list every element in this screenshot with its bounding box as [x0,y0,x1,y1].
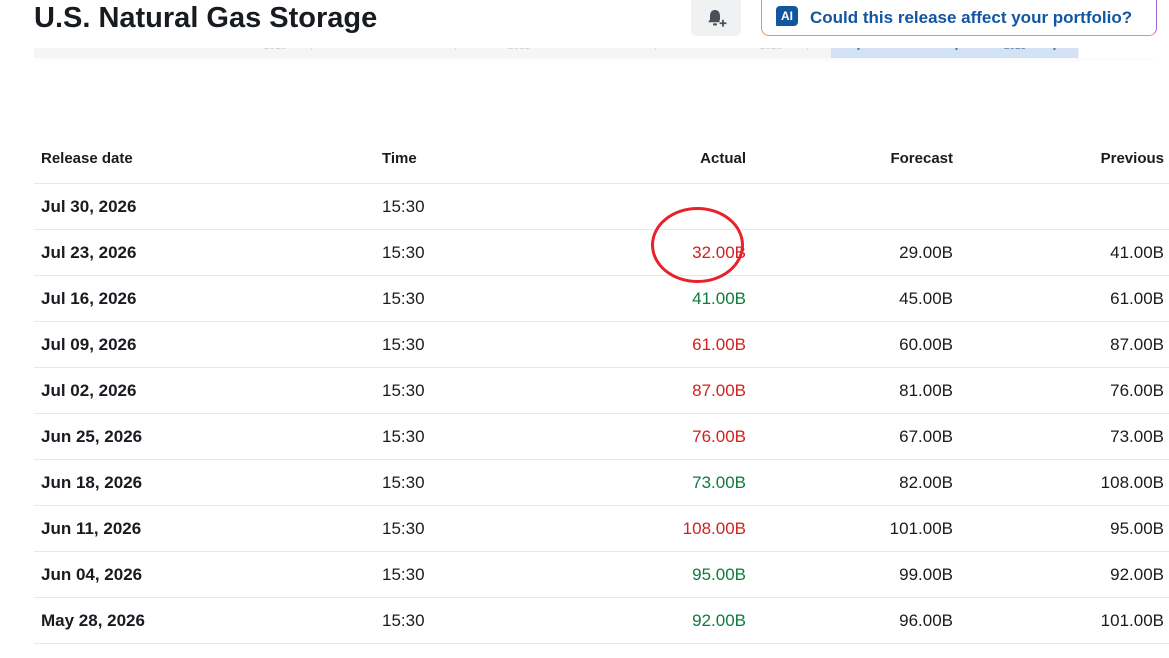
cell-previous: 87.00B [960,321,1169,368]
cell-release-date: Jun 18, 2026 [34,459,375,506]
cell-time: 15:30 [375,183,549,230]
cell-time: 15:30 [375,367,549,414]
table-row[interactable]: Jun 04, 2026 15:30 95.00B 99.00B 92.00B [34,551,1169,598]
cell-previous: 101.00B [960,597,1169,644]
table-row[interactable]: Jul 02, 2026 15:30 87.00B 81.00B 76.00B [34,367,1169,414]
cell-actual: 76.00B [549,413,753,460]
cell-previous: 108.00B [960,459,1169,506]
cell-actual: 73.00B [549,459,753,506]
cell-time: 15:30 [375,413,549,460]
table-row[interactable]: Jul 09, 2026 15:30 61.00B 60.00B 87.00B [34,321,1169,368]
column-header-forecast[interactable]: Forecast [753,134,960,184]
cell-actual: 41.00B [549,275,753,322]
cell-release-date: May 28, 2026 [34,597,375,644]
cell-time: 15:30 [375,321,549,368]
cell-previous: 76.00B [960,367,1169,414]
cell-actual: 32.00B [549,229,753,276]
ai-portfolio-button[interactable]: AI Could this release affect your portfo… [761,0,1157,36]
table-row[interactable]: Jul 23, 2026 15:30 32.00B 29.00B 41.00B [34,229,1169,276]
cell-actual [549,183,753,230]
table-row[interactable]: Jul 30, 2026 15:30 [34,183,1169,230]
cell-forecast: 101.00B [753,505,960,552]
table-row[interactable]: Jun 18, 2026 15:30 73.00B 82.00B 108.00B [34,459,1169,506]
cell-previous: 95.00B [960,505,1169,552]
table-header-row: Release date Time Actual Forecast Previo… [34,134,1169,184]
cell-forecast: 99.00B [753,551,960,598]
cell-actual: 95.00B [549,551,753,598]
table-row[interactable]: Jul 16, 2026 15:30 41.00B 45.00B 61.00B [34,275,1169,322]
cell-forecast: 96.00B [753,597,960,644]
cell-previous: 61.00B [960,275,1169,322]
cell-forecast: 60.00B [753,321,960,368]
cell-previous: 92.00B [960,551,1169,598]
cell-release-date: Jun 04, 2026 [34,551,375,598]
table-body: Jul 30, 2026 15:30 Jul 23, 2026 15:30 32.00B… [34,183,1169,644]
page-header: U.S. Natural Gas Storage AI Could this r… [0,0,1169,48]
create-alert-button[interactable] [691,0,741,36]
cell-release-date: Jul 09, 2026 [34,321,375,368]
cell-time: 15:30 [375,505,549,552]
ai-portfolio-label: Could this release affect your portfolio… [810,7,1133,27]
table-row[interactable]: May 28, 2026 15:30 92.00B 96.00B 101.00B [34,597,1169,644]
cell-previous: 73.00B [960,413,1169,460]
cell-forecast: 67.00B [753,413,960,460]
cell-time: 15:30 [375,597,549,644]
cell-time: 15:30 [375,551,549,598]
cell-release-date: Jul 02, 2026 [34,367,375,414]
cell-previous [960,183,1169,230]
table-row[interactable]: Jun 11, 2026 15:30 108.00B 101.00B 95.00B [34,505,1169,552]
cell-release-date: Jul 23, 2026 [34,229,375,276]
column-header-previous[interactable]: Previous [960,134,1169,184]
cell-forecast [753,183,960,230]
cell-actual: 61.00B [549,321,753,368]
cell-time: 15:30 [375,275,549,322]
cell-forecast: 29.00B [753,229,960,276]
release-history-table: Release date Time Actual Forecast Previo… [34,134,1169,644]
cell-actual: 87.00B [549,367,753,414]
cell-release-date: Jun 11, 2026 [34,505,375,552]
cell-time: 15:30 [375,459,549,506]
column-header-time[interactable]: Time [375,134,549,184]
cell-actual: 92.00B [549,597,753,644]
column-header-release-date[interactable]: Release date [34,134,375,184]
cell-forecast: 82.00B [753,459,960,506]
cell-release-date: Jul 16, 2026 [34,275,375,322]
cell-time: 15:30 [375,229,549,276]
cell-release-date: Jul 30, 2026 [34,183,375,230]
cell-forecast: 81.00B [753,367,960,414]
cell-release-date: Jun 25, 2026 [34,413,375,460]
cell-actual: 108.00B [549,505,753,552]
page-title: U.S. Natural Gas Storage [34,2,378,34]
cell-previous: 41.00B [960,229,1169,276]
column-header-actual[interactable]: Actual [549,134,753,184]
bell-plus-icon [708,10,727,27]
cell-forecast: 45.00B [753,275,960,322]
ai-badge-icon: AI [776,5,798,26]
table-row[interactable]: Jun 25, 2026 15:30 76.00B 67.00B 73.00B [34,413,1169,460]
